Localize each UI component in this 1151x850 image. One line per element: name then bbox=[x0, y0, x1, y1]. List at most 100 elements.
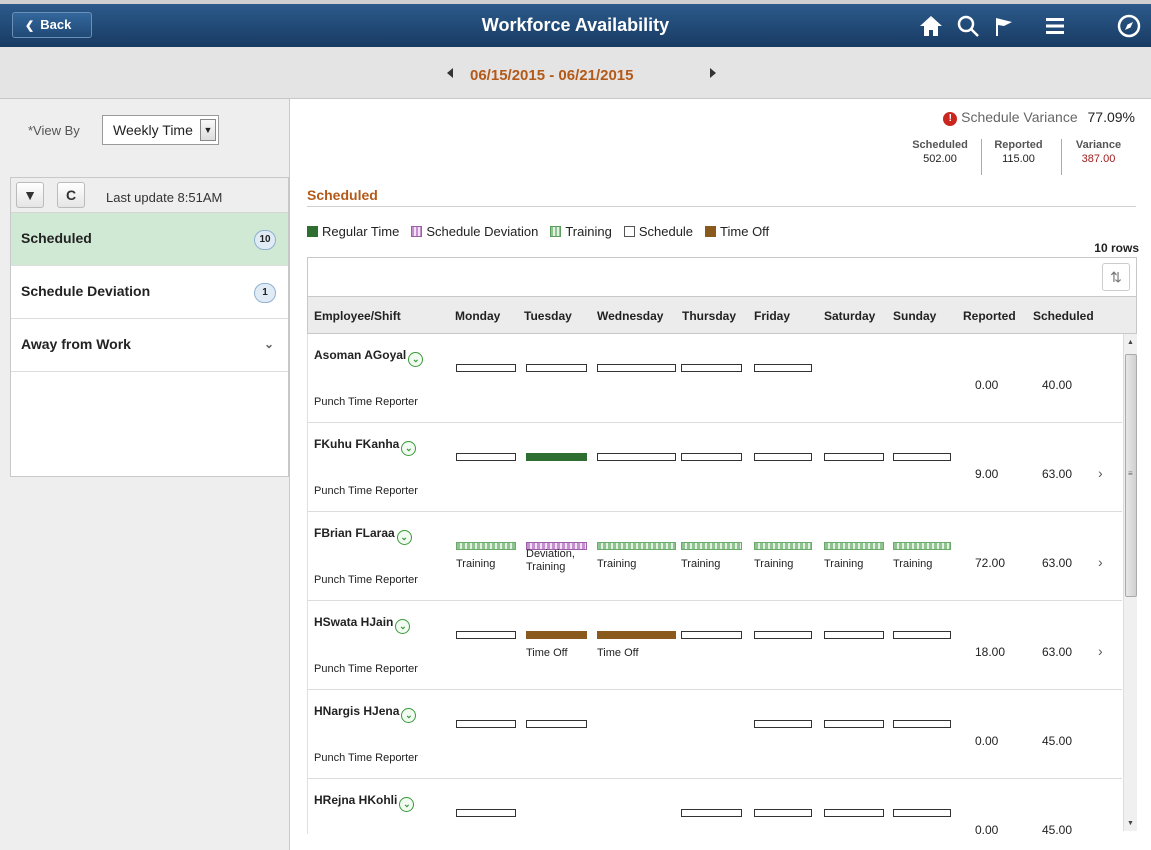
previous-week-icon[interactable] bbox=[445, 67, 455, 79]
schedule-block[interactable] bbox=[456, 631, 516, 639]
employee-name[interactable]: HNargis HJena ⌄ bbox=[314, 704, 417, 723]
category-list: ▼ C Last update 8:51AM Scheduled 10 Schedu… bbox=[10, 177, 289, 477]
chevron-down-circle-icon[interactable]: ⌄ bbox=[401, 441, 417, 456]
schedule-block[interactable] bbox=[681, 809, 742, 817]
view-by-value: Weekly Time bbox=[113, 122, 193, 138]
schedule-block[interactable] bbox=[824, 809, 884, 817]
employee-name[interactable]: HSwata HJain ⌄ bbox=[314, 615, 411, 634]
chevron-right-icon[interactable]: › bbox=[1098, 643, 1103, 659]
scheduled-summary: Scheduled 502.00 bbox=[903, 139, 977, 175]
schedule-block[interactable] bbox=[681, 453, 742, 461]
list-toolbar: ▼ C Last update 8:51AM bbox=[11, 178, 288, 213]
schedule-block[interactable] bbox=[824, 542, 884, 550]
category-item[interactable]: Away from Work ⌄ bbox=[11, 319, 288, 372]
schedule-block-label: Training bbox=[824, 558, 864, 570]
legend-swatch bbox=[623, 226, 635, 237]
count-badge: 10 bbox=[254, 230, 276, 250]
flag-icon[interactable] bbox=[990, 12, 1018, 40]
chevron-down-icon[interactable]: ⌄ bbox=[264, 337, 274, 351]
schedule-block[interactable] bbox=[893, 720, 951, 728]
chevron-down-circle-icon[interactable]: ⌄ bbox=[408, 352, 424, 367]
reported-summary-label: Reported bbox=[994, 139, 1043, 151]
schedule-block[interactable] bbox=[824, 453, 884, 461]
employee-name[interactable]: FKuhu FKanha ⌄ bbox=[314, 437, 417, 456]
category-item[interactable]: Schedule Deviation 1 bbox=[11, 266, 288, 319]
filter-button[interactable]: ▼ bbox=[16, 182, 44, 208]
main-content: ! Schedule Variance 77.09% Scheduled 502… bbox=[290, 99, 1151, 850]
schedule-block[interactable] bbox=[754, 542, 812, 550]
menu-icon[interactable] bbox=[1041, 12, 1069, 40]
schedule-block[interactable] bbox=[754, 631, 812, 639]
schedule-block[interactable] bbox=[526, 453, 587, 461]
employee-name[interactable]: HRejna HKohli ⌄ bbox=[314, 793, 415, 812]
view-by-select[interactable]: Weekly Time ▼ bbox=[102, 115, 219, 145]
category-item-label: Schedule Deviation bbox=[21, 283, 151, 299]
home-icon[interactable] bbox=[917, 12, 945, 40]
legend-label: Training bbox=[565, 224, 612, 239]
schedule-block[interactable] bbox=[526, 720, 587, 728]
chevron-down-circle-icon[interactable]: ⌄ bbox=[395, 619, 411, 634]
refresh-button[interactable]: C bbox=[57, 182, 85, 208]
column-header: Monday bbox=[455, 309, 501, 323]
legend-label: Regular Time bbox=[322, 224, 400, 239]
schedule-block[interactable] bbox=[456, 542, 516, 550]
schedule-block[interactable] bbox=[754, 809, 812, 817]
next-week-icon[interactable] bbox=[708, 67, 718, 79]
schedule-block[interactable] bbox=[893, 453, 951, 461]
schedule-block[interactable] bbox=[597, 631, 676, 639]
category-item-label: Away from Work bbox=[21, 336, 131, 352]
chevron-down-circle-icon[interactable]: ⌄ bbox=[401, 708, 417, 723]
compass-icon[interactable] bbox=[1115, 12, 1143, 40]
schedule-block[interactable] bbox=[681, 364, 742, 372]
scrollbar-thumb[interactable]: ≡ bbox=[1125, 354, 1137, 597]
scheduled-hours: 45.00 bbox=[1042, 823, 1073, 834]
scroll-down-icon[interactable]: ▼ bbox=[1127, 820, 1134, 827]
employee-role: Punch Time Reporter bbox=[314, 752, 418, 764]
schedule-block[interactable] bbox=[754, 453, 812, 461]
schedule-block[interactable] bbox=[824, 631, 884, 639]
schedule-block[interactable] bbox=[754, 720, 812, 728]
scheduled-hours: 63.00 bbox=[1042, 556, 1073, 570]
chevron-down-circle-icon[interactable]: ⌄ bbox=[396, 530, 412, 545]
reported-summary-value: 115.00 bbox=[1002, 153, 1035, 165]
schedule-block-label: Training bbox=[754, 558, 794, 570]
schedule-block[interactable] bbox=[681, 631, 742, 639]
schedule-block[interactable] bbox=[893, 809, 951, 817]
employee-role: Punch Time Reporter bbox=[314, 574, 418, 586]
schedule-block[interactable] bbox=[456, 453, 516, 461]
search-icon[interactable] bbox=[954, 12, 982, 40]
vertical-scrollbar[interactable]: ▲ ≡ ▼ bbox=[1123, 334, 1137, 831]
chevron-right-icon[interactable]: › bbox=[1098, 554, 1103, 570]
scheduled-hours: 63.00 bbox=[1042, 645, 1073, 659]
schedule-block[interactable] bbox=[597, 364, 676, 372]
sort-button[interactable]: ⇅ bbox=[1102, 263, 1130, 291]
schedule-block[interactable] bbox=[597, 453, 676, 461]
title-bar: ❮ Back Workforce Availability bbox=[0, 4, 1151, 47]
schedule-block[interactable] bbox=[456, 809, 516, 817]
category-item[interactable]: Scheduled 10 bbox=[11, 213, 288, 266]
schedule-block[interactable] bbox=[456, 720, 516, 728]
filter-icon: ▼ bbox=[23, 187, 37, 203]
reported-hours: 0.00 bbox=[975, 823, 999, 834]
employee-name[interactable]: Asoman AGoyal ⌄ bbox=[314, 348, 424, 367]
schedule-block[interactable] bbox=[893, 542, 951, 550]
legend-item: Training bbox=[550, 224, 612, 239]
schedule-block[interactable] bbox=[526, 364, 587, 372]
schedule-block[interactable] bbox=[456, 364, 516, 372]
left-panel: *View By Weekly Time ▼ ▼ C Last update 8… bbox=[0, 99, 290, 850]
schedule-block[interactable] bbox=[526, 631, 587, 639]
employee-name-text: FBrian FLaraa bbox=[314, 526, 395, 540]
schedule-variance-label: Schedule Variance bbox=[961, 109, 1078, 125]
chevron-right-icon[interactable]: › bbox=[1098, 465, 1103, 481]
schedule-block[interactable] bbox=[893, 631, 951, 639]
scroll-up-icon[interactable]: ▲ bbox=[1127, 339, 1134, 346]
schedule-variance: ! Schedule Variance 77.09% bbox=[943, 109, 1135, 126]
schedule-block[interactable] bbox=[681, 542, 742, 550]
schedule-block[interactable] bbox=[754, 364, 812, 372]
employee-name[interactable]: FBrian FLaraa ⌄ bbox=[314, 526, 412, 545]
reported-hours: 0.00 bbox=[975, 378, 999, 392]
chevron-down-circle-icon[interactable]: ⌄ bbox=[399, 797, 415, 812]
schedule-block[interactable] bbox=[824, 720, 884, 728]
schedule-block[interactable] bbox=[597, 542, 676, 550]
column-header: Scheduled bbox=[1033, 309, 1094, 323]
